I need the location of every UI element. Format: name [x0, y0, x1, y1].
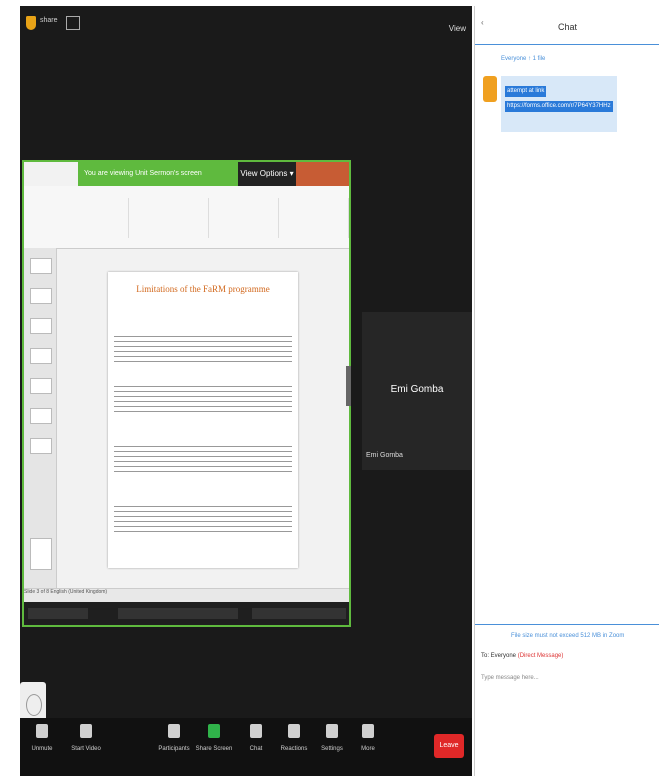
- resize-handle[interactable]: [346, 366, 351, 406]
- slide-thumbnail[interactable]: [30, 258, 52, 274]
- unmute-button[interactable]: Unmute: [22, 724, 62, 752]
- topbar-text: share: [40, 17, 58, 24]
- slide-thumbnail[interactable]: [30, 318, 52, 334]
- chat-header: ‹ Chat: [475, 6, 659, 45]
- slide-title: Limitations of the FaRM programme: [136, 284, 270, 294]
- avatar: [483, 76, 497, 102]
- slide-paragraph: [114, 332, 292, 362]
- to-target[interactable]: (Direct Message): [518, 653, 564, 659]
- shared-screen: You are viewing Unit Sermon's screen Vie…: [22, 160, 351, 627]
- left-border: [0, 6, 21, 776]
- current-slide: Limitations of the FaRM programme: [108, 272, 298, 568]
- grid-icon[interactable]: [66, 16, 80, 30]
- ppt-statusbar: Slide 3 of 8 English (United Kingdom): [24, 588, 349, 603]
- to-prefix: To: Everyone: [481, 653, 517, 659]
- taskbar-apps[interactable]: [118, 608, 238, 619]
- chat-message-meta: Everyone ↑ 1 file: [501, 56, 546, 62]
- ribbon-group: [58, 198, 129, 238]
- taskbar-search[interactable]: [28, 608, 88, 619]
- participant-label: Emi Gomba: [366, 452, 403, 459]
- share-status-bar: You are viewing Unit Sermon's screen: [78, 162, 238, 186]
- share-screen-button[interactable]: Share Screen: [194, 724, 234, 752]
- chat-panel: ‹ Chat Everyone ↑ 1 file attempt at link…: [474, 6, 659, 776]
- windows-taskbar: [24, 602, 349, 625]
- slide-thumbnail[interactable]: [30, 538, 52, 570]
- meeting-topbar: share View: [20, 6, 472, 46]
- ribbon-group: [128, 198, 209, 238]
- slide-thumbnail[interactable]: [30, 408, 52, 424]
- reactions-icon: [288, 724, 300, 738]
- slide-thumbnail[interactable]: [30, 348, 52, 364]
- avatar: [26, 694, 42, 716]
- chat-title: Chat: [557, 22, 577, 32]
- slide-thumbnails: [24, 248, 57, 588]
- more-button[interactable]: More: [348, 724, 388, 752]
- slide-thumbnail[interactable]: [30, 438, 52, 454]
- participants-icon: [168, 724, 180, 738]
- slide-thumbnail[interactable]: [30, 288, 52, 304]
- ppt-titlebar: [296, 162, 349, 186]
- participant-tile[interactable]: Emi Gomba Emi Gomba: [362, 312, 472, 470]
- recipient-selector[interactable]: To: Everyone (Direct Message): [481, 653, 563, 659]
- status-text: Slide 3 of 8 English (United Kingdom): [24, 589, 108, 595]
- chat-button[interactable]: Chat: [236, 724, 276, 752]
- view-options-button[interactable]: View Options ▾: [238, 162, 296, 186]
- taskbar-tray: [252, 608, 346, 619]
- security-shield-icon[interactable]: [26, 16, 36, 30]
- reactions-button[interactable]: Reactions: [274, 724, 314, 752]
- slide-paragraph: [114, 382, 292, 412]
- chat-compose: File size must not exceed 512 MB in Zoom…: [475, 624, 659, 777]
- participants-button[interactable]: Participants: [154, 724, 194, 752]
- meeting-area: share View You are viewing Unit Sermon's…: [20, 6, 472, 776]
- slide-paragraph: [114, 442, 292, 472]
- view-button[interactable]: View: [449, 24, 466, 33]
- message-input[interactable]: Type message here...: [481, 675, 539, 681]
- chat-link-url[interactable]: https://forms.office.com/r/7P64Y37HHz: [505, 101, 613, 112]
- screenshot-frame: share View You are viewing Unit Sermon's…: [0, 0, 659, 776]
- slide-thumbnail[interactable]: [30, 378, 52, 394]
- meeting-toolbar: Unmute Start Video Participants Share Sc…: [20, 718, 472, 776]
- participant-tile-name: Emi Gomba: [390, 384, 444, 395]
- more-icon: [362, 724, 374, 738]
- chat-icon: [250, 724, 262, 738]
- gear-icon: [326, 724, 338, 738]
- microphone-icon: [36, 724, 48, 738]
- ribbon-group: [278, 198, 349, 238]
- ppt-ribbon: [24, 186, 349, 249]
- ribbon-group: [208, 198, 279, 238]
- chat-link-text[interactable]: attempt at link: [505, 86, 547, 97]
- settings-button[interactable]: Settings: [312, 724, 352, 752]
- file-size-note: File size must not exceed 512 MB in Zoom: [511, 633, 625, 639]
- leave-button[interactable]: Leave: [434, 734, 464, 758]
- slide-paragraph: [114, 502, 292, 532]
- share-screen-icon: [208, 724, 220, 738]
- start-video-button[interactable]: Start Video: [66, 724, 106, 752]
- chat-message: attempt at link https://forms.office.com…: [501, 76, 617, 132]
- video-camera-icon: [80, 724, 92, 738]
